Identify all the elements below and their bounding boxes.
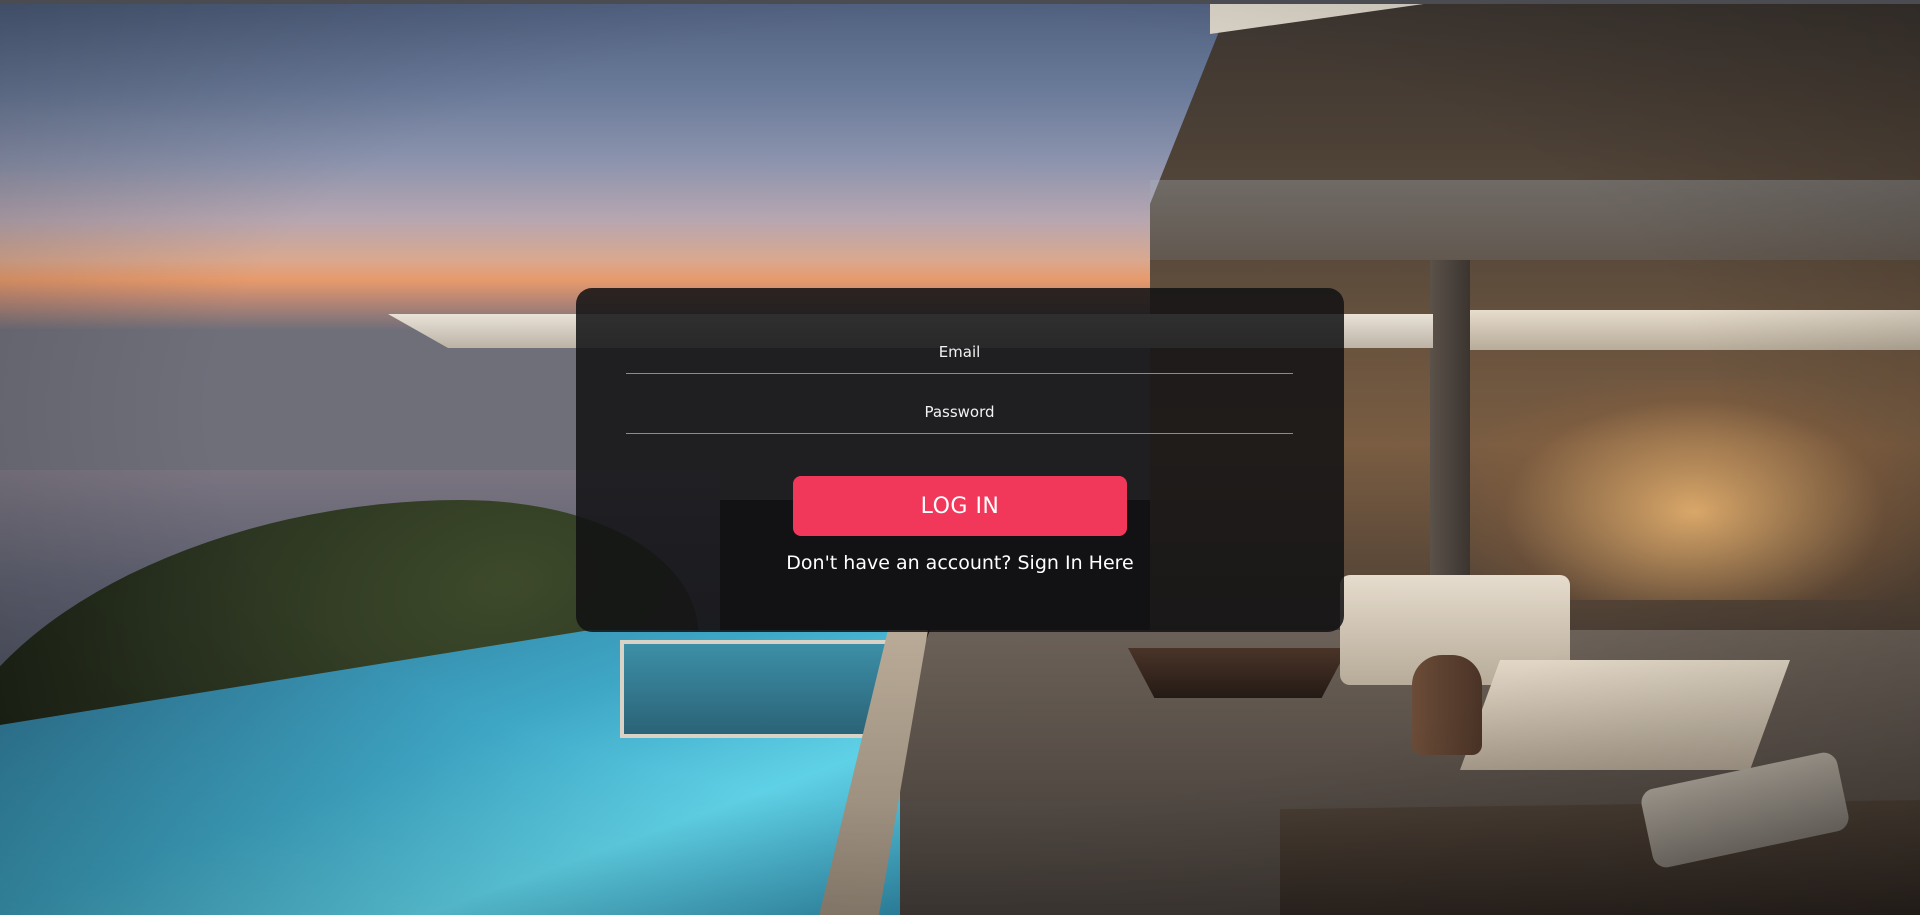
password-field[interactable] xyxy=(626,390,1293,434)
password-field-wrapper xyxy=(626,390,1293,434)
login-card: LOG IN Don't have an account? Sign In He… xyxy=(576,288,1344,632)
login-button[interactable]: LOG IN xyxy=(793,476,1127,536)
email-field-wrapper xyxy=(626,330,1293,374)
signup-link[interactable]: Don't have an account? Sign In Here xyxy=(576,552,1344,574)
top-bar xyxy=(0,0,1920,4)
email-field[interactable] xyxy=(626,330,1293,374)
